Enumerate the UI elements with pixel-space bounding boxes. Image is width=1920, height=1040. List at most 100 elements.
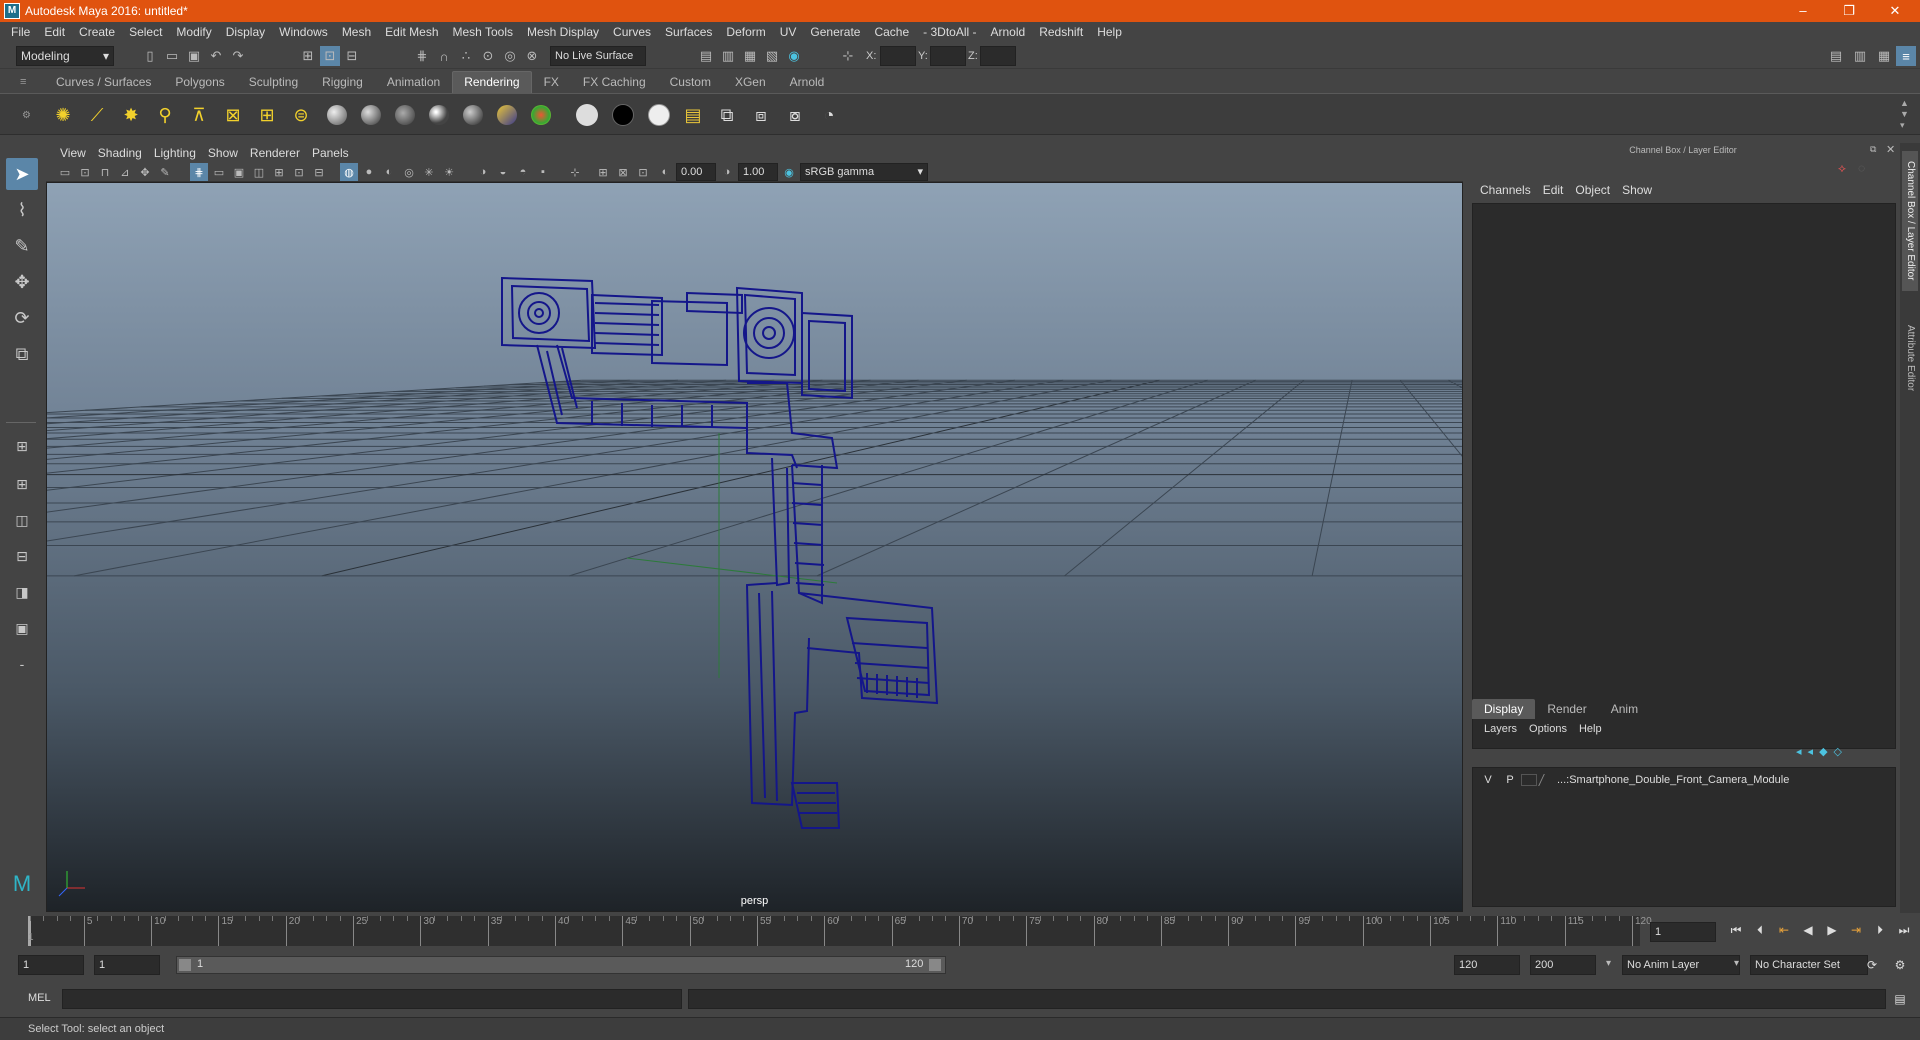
panel-menu-renderer[interactable]: Renderer <box>244 146 306 160</box>
float-panel-icon[interactable]: ⧉ <box>1870 144 1876 155</box>
grease-pencil-icon[interactable]: ✎ <box>156 163 174 181</box>
attribute-editor-side-tab[interactable]: Attribute Editor <box>1902 308 1918 408</box>
wireframe-icon[interactable]: ◍ <box>340 163 358 181</box>
persp-graph-layout-icon[interactable]: ⊟ <box>6 540 38 572</box>
hypershade-shelf-icon[interactable]: ◔ <box>816 102 842 128</box>
shadows-icon[interactable]: ☀ <box>440 163 458 181</box>
motion-blur-icon[interactable]: ◓ <box>514 163 532 181</box>
channel-menu-show[interactable]: Show <box>1616 183 1658 197</box>
shelf-tab-animation[interactable]: Animation <box>375 71 452 93</box>
menu-mesh-tools[interactable]: Mesh Tools <box>446 22 520 43</box>
layer-color-swatch[interactable] <box>1538 774 1556 786</box>
render-current-frame-icon[interactable]: ⧉ <box>714 102 740 128</box>
render-frame-icon[interactable]: ▥ <box>718 46 738 66</box>
snap-view-icon[interactable]: ⊙ <box>478 46 498 66</box>
xray-icon[interactable]: ◎ <box>400 163 418 181</box>
menu-display[interactable]: Display <box>219 22 272 43</box>
spot-light-icon[interactable]: ⚲ <box>152 102 178 128</box>
menu-cache[interactable]: Cache <box>867 22 916 43</box>
menu-edit[interactable]: Edit <box>37 22 72 43</box>
xray-components-icon[interactable]: ⊠ <box>614 163 632 181</box>
ambient-occlusion-icon[interactable]: ◒ <box>494 163 512 181</box>
render-view-shelf-icon[interactable]: ▤ <box>680 102 706 128</box>
channel-menu-object[interactable]: Object <box>1569 183 1616 197</box>
gamma-icon[interactable]: ◑ <box>718 163 736 181</box>
snap-curve-icon[interactable]: ∩ <box>434 46 454 66</box>
select-object-icon[interactable]: ⊡ <box>320 46 340 66</box>
step-forward-icon[interactable]: ⏵ <box>1870 920 1890 940</box>
shelf-tab-fx-caching[interactable]: FX Caching <box>571 71 658 93</box>
lasso-tool-icon[interactable]: ⌇ <box>6 194 38 226</box>
menu-mesh-display[interactable]: Mesh Display <box>520 22 606 43</box>
channel-box-side-tab[interactable]: Channel Box / Layer Editor <box>1902 151 1918 291</box>
anim-layer-dropdown[interactable]: No Anim Layer <box>1622 955 1740 975</box>
persp-trax-layout-icon[interactable]: ▣ <box>6 612 38 644</box>
layer-row[interactable]: V P ...:Smartphone_Double_Front_Camera_M… <box>1477 771 1891 789</box>
channel-box-layout-icon[interactable]: ◌ <box>1858 161 1865 175</box>
shelf-tab-fx[interactable]: FX <box>532 71 571 93</box>
go-to-end-icon[interactable]: ⏭ <box>1894 920 1914 940</box>
new-layer-icon[interactable]: ◇ <box>1834 745 1842 758</box>
shelf-tab-rigging[interactable]: Rigging <box>310 71 375 93</box>
shelf-tab-polygons[interactable]: Polygons <box>163 71 236 93</box>
shelf-tab-rendering[interactable]: Rendering <box>452 71 532 93</box>
resolution-gate-icon[interactable]: ▣ <box>230 163 248 181</box>
phong-shader-icon[interactable] <box>426 102 452 128</box>
menu-help[interactable]: Help <box>1090 22 1129 43</box>
single-perspective-layout-icon[interactable]: ⊞ <box>6 430 38 462</box>
paint-select-tool-icon[interactable]: ✎ <box>6 230 38 262</box>
perspective-viewport[interactable]: persp <box>46 182 1463 912</box>
persp-outliner-layout-icon[interactable]: ◫ <box>6 504 38 536</box>
chevron-down-icon[interactable]: ▾ <box>1606 958 1611 969</box>
channel-menu-edit[interactable]: Edit <box>1537 183 1570 197</box>
smooth-shade-icon[interactable]: ● <box>360 163 378 181</box>
select-tool-icon[interactable]: ➤ <box>6 158 38 190</box>
new-layer-selected-icon[interactable]: ◆ <box>1819 745 1827 758</box>
safe-title-icon[interactable]: ⊟ <box>310 163 328 181</box>
select-camera-icon[interactable]: ▭ <box>56 163 74 181</box>
rotate-tool-icon[interactable]: ⟳ <box>6 302 38 334</box>
isolate-select-icon[interactable]: ⊹ <box>566 163 584 181</box>
exposure-field[interactable]: 0.00 <box>676 163 716 181</box>
blinn-shader-icon[interactable] <box>358 102 384 128</box>
layer-tab-render[interactable]: Render <box>1535 699 1598 719</box>
panel-menu-view[interactable]: View <box>54 146 92 160</box>
layer-visibility-toggle[interactable]: V <box>1477 774 1499 786</box>
close-button[interactable]: ✕ <box>1872 0 1918 22</box>
start-time-field[interactable]: 1 <box>18 955 84 975</box>
camera-icon[interactable]: ⊞ <box>254 102 280 128</box>
command-language-label[interactable]: MEL <box>28 992 51 1004</box>
undo-icon[interactable]: ↶ <box>206 46 226 66</box>
step-back-key-icon[interactable]: ⇤ <box>1774 920 1794 940</box>
x-field[interactable] <box>880 46 916 66</box>
range-start-handle[interactable] <box>179 959 191 971</box>
gamma-field[interactable]: 1.00 <box>738 163 778 181</box>
hypershade-icon[interactable]: ◉ <box>784 46 804 66</box>
channel-list[interactable] <box>1472 203 1896 749</box>
ipr-render-shelf-icon[interactable]: ⧈ <box>748 102 774 128</box>
live-surface-field[interactable]: No Live Surface <box>550 46 646 66</box>
layer-tab-anim[interactable]: Anim <box>1599 699 1650 719</box>
ambient-light-icon[interactable]: ✺ <box>50 102 76 128</box>
gate-mask-icon[interactable]: ◫ <box>250 163 268 181</box>
menu-edit-mesh[interactable]: Edit Mesh <box>378 22 445 43</box>
exposure-icon[interactable]: ◐ <box>656 163 674 181</box>
anti-aliasing-icon[interactable]: ▪ <box>534 163 552 181</box>
camera-lock-icon[interactable]: ⊡ <box>634 163 652 181</box>
menu-modify[interactable]: Modify <box>169 22 218 43</box>
shelf-tab-sculpting[interactable]: Sculpting <box>237 71 310 93</box>
menu-windows[interactable]: Windows <box>272 22 335 43</box>
channel-menu-channels[interactable]: Channels <box>1474 183 1537 197</box>
2d-pan-zoom-icon[interactable]: ✥ <box>136 163 154 181</box>
panel-menu-shading[interactable]: Shading <box>92 146 148 160</box>
snap-grid-icon[interactable]: ⋕ <box>412 46 432 66</box>
use-lights-icon[interactable]: ✳ <box>420 163 438 181</box>
end-time-field[interactable]: 200 <box>1530 955 1596 975</box>
volume-light-icon[interactable]: ⊠ <box>220 102 246 128</box>
snap-surface-icon[interactable]: ◎ <box>500 46 520 66</box>
menu-deform[interactable]: Deform <box>719 22 772 43</box>
animation-preferences-icon[interactable]: ⚙ <box>1890 955 1910 975</box>
image-plane-icon[interactable]: ⊿ <box>116 163 134 181</box>
shelf-tab-xgen[interactable]: XGen <box>723 71 778 93</box>
xray-joints-icon[interactable]: ⊞ <box>594 163 612 181</box>
